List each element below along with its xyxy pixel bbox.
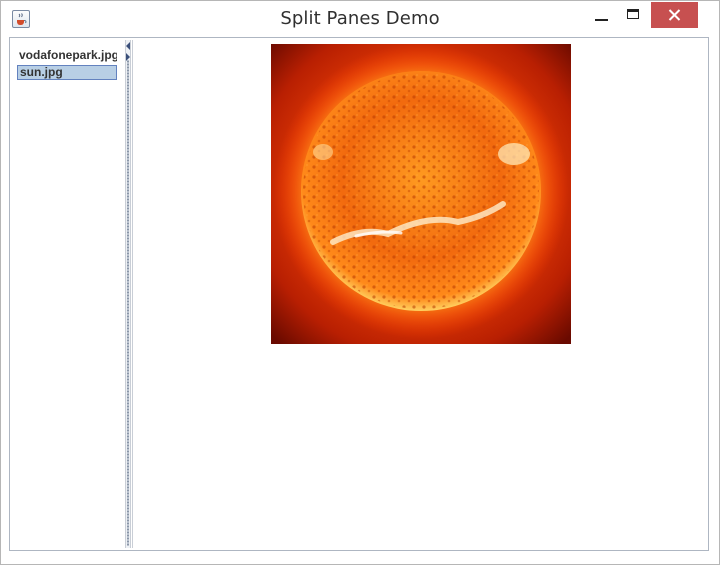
collapse-left-icon[interactable] (126, 42, 130, 50)
maximize-icon[interactable] (618, 2, 650, 28)
divider-grip[interactable] (127, 60, 129, 546)
list-item-selected[interactable]: sun.jpg (17, 65, 117, 80)
minimize-icon[interactable] (585, 2, 617, 28)
app-window: Split Panes Demo vodafonepark.jpg sun.jp… (0, 0, 720, 565)
close-icon[interactable] (651, 2, 698, 28)
image-preview-pane (132, 40, 706, 548)
title-bar[interactable]: Split Panes Demo (1, 1, 719, 37)
split-divider[interactable] (125, 40, 131, 548)
file-list: vodafonepark.jpg sun.jpg (12, 40, 125, 548)
split-pane: vodafonepark.jpg sun.jpg (9, 37, 709, 551)
sun-image (271, 44, 571, 344)
list-item[interactable]: vodafonepark.jpg (17, 48, 117, 63)
